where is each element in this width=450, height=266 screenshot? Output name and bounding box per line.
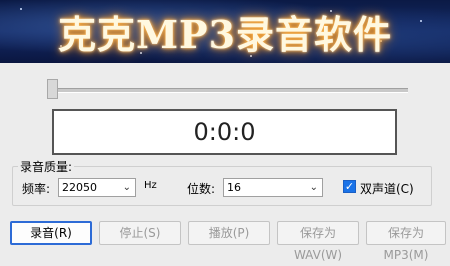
- save-wav-button[interactable]: 保存为WAV(W): [277, 221, 359, 262]
- sample-rate-label: 频率:: [22, 182, 51, 196]
- quality-group-label: 录音质量:: [18, 158, 75, 175]
- position-slider-thumb[interactable]: [47, 79, 58, 99]
- bits-value: 16: [227, 181, 241, 194]
- position-slider-track[interactable]: [50, 88, 408, 93]
- sample-rate-unit: Hz: [144, 180, 157, 191]
- app-title: 克克MP3录音软件: [57, 12, 393, 57]
- sample-rate-value: 22050: [62, 181, 97, 194]
- title-banner: 克克MP3录音软件: [0, 0, 450, 63]
- time-display: 0:0:0: [52, 109, 397, 155]
- stop-button[interactable]: 停止(S): [99, 221, 181, 245]
- stereo-checkbox[interactable]: ✓: [343, 180, 356, 193]
- bits-select[interactable]: 16 ⌄: [223, 178, 323, 197]
- sample-rate-select[interactable]: 22050 ⌄: [58, 178, 136, 197]
- chevron-down-icon: ⌄: [309, 182, 318, 193]
- stereo-label[interactable]: 双声道(C): [360, 180, 414, 197]
- chevron-down-icon: ⌄: [122, 182, 131, 193]
- record-button[interactable]: 录音(R): [10, 221, 92, 245]
- save-mp3-button[interactable]: 保存为MP3(M): [366, 221, 446, 262]
- play-button[interactable]: 播放(P): [188, 221, 270, 245]
- bits-label: 位数:: [187, 182, 216, 196]
